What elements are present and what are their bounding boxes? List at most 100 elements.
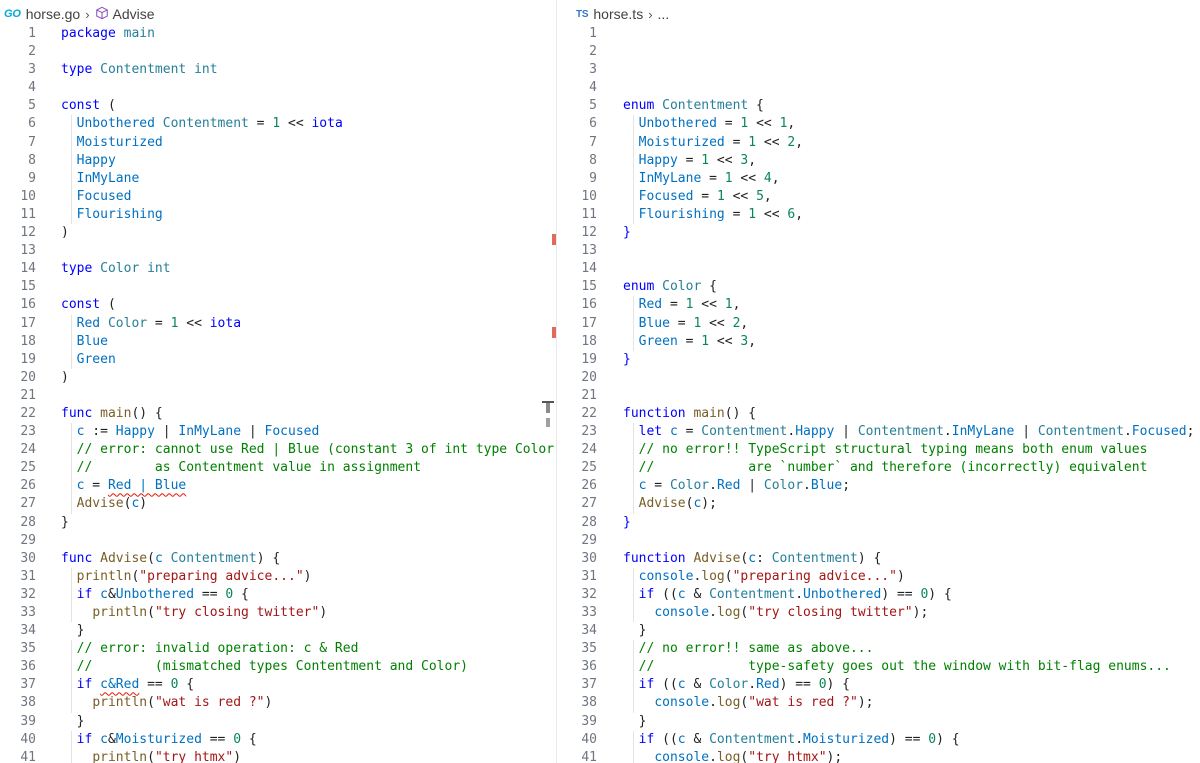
code-line[interactable]: 1 [558, 25, 1200, 43]
code-line[interactable]: 31 console.log("preparing advice...") [558, 567, 1200, 586]
code-line[interactable]: 20 [558, 369, 1200, 387]
code-line[interactable]: 36 // type-safety goes out the window wi… [558, 658, 1200, 677]
code-line[interactable]: 30 func Advise(c Contentment) { [0, 550, 557, 568]
ts-editor-pane[interactable]: TS horse.ts › ... 1 2 3 4 5 enum Contentment … [558, 0, 1200, 763]
ts-code-area[interactable]: 1 2 3 4 5 enum Contentment {6 Unbothered = 1 … [558, 25, 1200, 763]
code-line[interactable]: 11 Flourishing [0, 205, 557, 225]
code-line[interactable]: 4 [558, 79, 1200, 97]
code-line[interactable]: 7 Moisturized [0, 133, 557, 152]
code-line[interactable]: 18 Green = 1 << 3, [558, 332, 1200, 351]
code-line[interactable]: 4 [0, 79, 557, 97]
code-line[interactable]: 35 // no error!! same as above... [558, 640, 1200, 659]
scrollbar-thumb[interactable] [546, 403, 550, 413]
breadcrumb-file-horse-go[interactable]: horse.go [26, 6, 80, 22]
code-line[interactable]: 22 function main() { [558, 405, 1200, 423]
code-line[interactable]: 12} [558, 224, 1200, 242]
breadcrumb-file-horse-ts[interactable]: horse.ts [593, 6, 643, 22]
line-number: 30 [581, 550, 597, 566]
code-token: // error: invalid operation: c & Red [76, 641, 359, 657]
code-line[interactable]: 34 } [558, 622, 1200, 640]
editor-split-divider[interactable] [556, 0, 557, 763]
code-line[interactable]: 28} [558, 514, 1200, 532]
code-line[interactable]: 39 } [0, 713, 557, 731]
code-line[interactable]: 37 if ((c & Color.Red) == 0) { [558, 676, 1200, 695]
code-line[interactable]: 17 Red Color = 1 << iota [0, 314, 557, 333]
code-line[interactable]: 21 [558, 387, 1200, 405]
code-line[interactable]: 14 type Color int [0, 260, 557, 278]
code-line[interactable]: 8 Happy = 1 << 3, [558, 151, 1200, 170]
code-line[interactable]: 40 if ((c & Contentment.Moisturized) == … [558, 730, 1200, 749]
code-line[interactable]: 10 Focused [0, 187, 557, 206]
code-line[interactable]: 16 Red = 1 << 1, [558, 296, 1200, 315]
code-line[interactable]: 28} [0, 514, 557, 532]
code-line[interactable]: 15 [0, 278, 557, 296]
code-line[interactable]: 6 Unbothered Contentment = 1 << iota [0, 115, 557, 134]
breadcrumb-symbol-advise[interactable]: Advise [113, 6, 155, 22]
code-line[interactable]: 25 // are `number` and therefore (incorr… [558, 459, 1200, 478]
code-line[interactable]: 33 console.log("try closing twitter"); [558, 604, 1200, 623]
code-line[interactable]: 30 function Advise(c: Contentment) { [558, 550, 1200, 568]
code-line[interactable]: 5 const ( [0, 97, 557, 115]
code-line[interactable]: 24 // error: cannot use Red | Blue (cons… [0, 441, 557, 460]
code-line[interactable]: 26 c = Red | Blue [0, 477, 557, 496]
code-line[interactable]: 18 Blue [0, 332, 557, 351]
code-line[interactable]: 35 // error: invalid operation: c & Red [0, 640, 557, 659]
code-line[interactable]: 34 } [0, 622, 557, 640]
code-line[interactable]: 22 func main() { [0, 405, 557, 423]
code-line[interactable]: 3 [558, 61, 1200, 79]
code-line[interactable]: 6 Unbothered = 1 << 1, [558, 115, 1200, 134]
code-line[interactable]: 21 [0, 387, 557, 405]
code-line[interactable]: 3 type Contentment int [0, 61, 557, 79]
code-token: = [724, 206, 749, 222]
code-line[interactable]: 25 // as Contentment value in assignment [0, 459, 557, 478]
code-line[interactable]: 2 [558, 43, 1200, 61]
code-line[interactable]: 9 InMyLane [0, 169, 557, 188]
code-line[interactable]: 14 [558, 260, 1200, 278]
code-line[interactable]: 39 } [558, 713, 1200, 731]
line-text: Green = 1 << 3, [623, 333, 756, 351]
code-line[interactable]: 8 Happy [0, 151, 557, 170]
code-line[interactable]: 1 package main [0, 25, 557, 43]
code-line[interactable]: 32 if c&Unbothered == 0 { [0, 585, 557, 604]
code-line[interactable]: 12) [0, 224, 557, 242]
code-line[interactable]: 2 [0, 43, 557, 61]
code-line[interactable]: 23 c := Happy | InMyLane | Focused [0, 423, 557, 442]
code-line[interactable]: 19} [558, 351, 1200, 369]
code-line[interactable]: 24 // no error!! TypeScript structural t… [558, 441, 1200, 460]
code-line[interactable]: 32 if ((c & Contentment.Unbothered) == 0… [558, 585, 1200, 604]
code-line[interactable]: 5 enum Contentment { [558, 97, 1200, 115]
line-text: function main() { [623, 405, 756, 423]
code-line[interactable]: 15 enum Color { [558, 278, 1200, 296]
breadcrumb-ellipsis[interactable]: ... [658, 6, 670, 22]
code-line[interactable]: 27 Advise(c) [0, 495, 557, 514]
code-line[interactable]: 38 println("wat is red ?") [0, 694, 557, 713]
code-line[interactable]: 7 Moisturized = 1 << 2, [558, 133, 1200, 152]
code-line[interactable]: 41 console.log("try htmx"); [558, 748, 1200, 763]
code-line[interactable]: 40 if c&Moisturized == 0 { [0, 730, 557, 749]
go-editor-pane[interactable]: GO horse.go › Advise 1 package main 2 3 type… [0, 0, 557, 763]
code-token: let [638, 424, 663, 440]
code-line[interactable]: 23 let c = Contentment. Happy | Contentme… [558, 423, 1200, 442]
code-line[interactable]: 26 c = Color.Red | Color.Blue; [558, 477, 1200, 496]
code-line[interactable]: 31 println("preparing advice...") [0, 567, 557, 586]
code-line[interactable]: 41 println("try htmx") [0, 748, 557, 763]
code-line[interactable]: 13 [558, 242, 1200, 260]
code-line[interactable]: 16 const ( [0, 296, 557, 314]
code-line[interactable]: 9 InMyLane = 1 << 4, [558, 169, 1200, 188]
code-line[interactable]: 17 Blue = 1 << 2, [558, 314, 1200, 333]
code-line[interactable]: 10 Focused = 1 << 5, [558, 187, 1200, 206]
code-line[interactable]: 36 // (mismatched types Contentment and … [0, 658, 557, 677]
go-code-area[interactable]: 1 package main 2 3 type Contentment int 4 5 con… [0, 25, 557, 763]
code-line[interactable]: 13 [0, 242, 557, 260]
code-line[interactable]: 29 [0, 532, 557, 550]
code-line[interactable]: 38 console.log("wat is red ?"); [558, 694, 1200, 713]
code-line[interactable]: 37 if c&Red == 0 { [0, 676, 557, 695]
code-line[interactable]: 33 println("try closing twitter") [0, 604, 557, 623]
code-line[interactable]: 27 Advise(c); [558, 495, 1200, 514]
code-line[interactable]: 19 Green [0, 350, 557, 369]
code-line[interactable]: 20) [0, 369, 557, 387]
code-line[interactable]: 11 Flourishing = 1 << 6, [558, 205, 1200, 225]
code-line[interactable]: 29 [558, 532, 1200, 550]
